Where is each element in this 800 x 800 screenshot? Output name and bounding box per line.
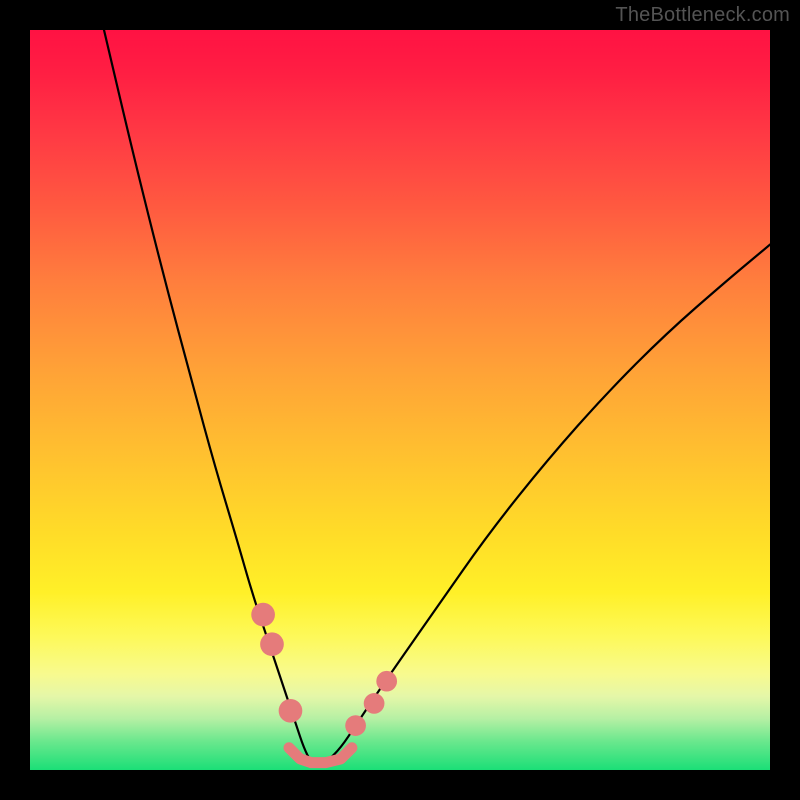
bottleneck-curve [104, 30, 770, 763]
plot-area [30, 30, 770, 770]
right-dot-1 [345, 715, 366, 736]
curve-markers [251, 603, 397, 736]
left-dot-3 [279, 699, 303, 723]
right-dot-3 [376, 671, 397, 692]
watermark-text: TheBottleneck.com [615, 4, 790, 27]
left-dot-1 [251, 603, 275, 627]
right-dot-2 [364, 693, 385, 714]
left-dot-2 [260, 632, 284, 656]
curve-svg [30, 30, 770, 770]
chart-frame: TheBottleneck.com [0, 0, 800, 800]
bottom-marker-band [289, 748, 352, 763]
